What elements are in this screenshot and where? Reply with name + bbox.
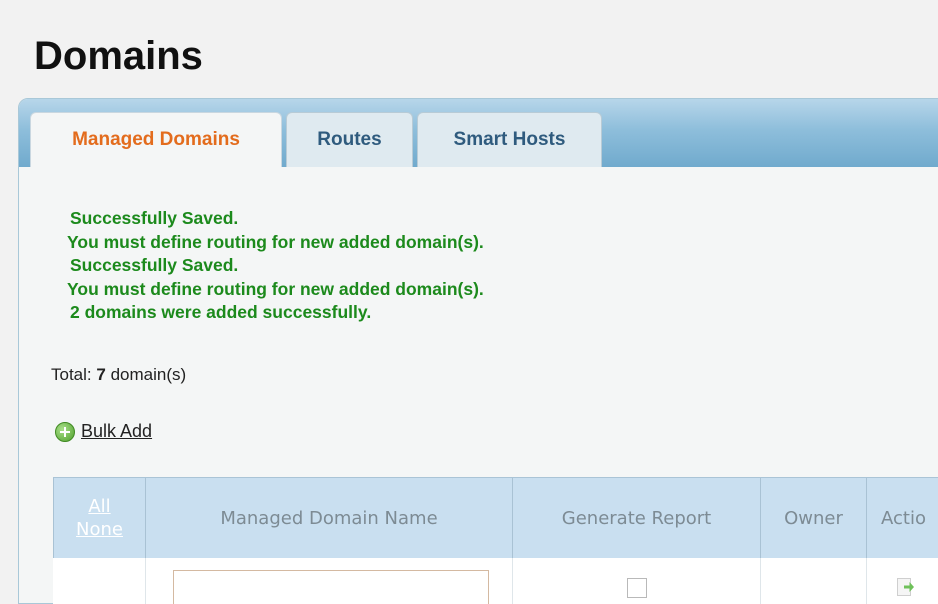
message-line: Successfully Saved. — [70, 255, 239, 275]
row-select-cell — [53, 558, 145, 604]
total-count: 7 — [96, 365, 106, 384]
add-domain-icon[interactable] — [895, 576, 915, 600]
domain-name-input[interactable] — [173, 570, 489, 604]
message-line: You must define routing for new added do… — [67, 278, 484, 299]
generate-report-cell — [512, 558, 760, 604]
tab-routes[interactable]: Routes — [286, 112, 413, 167]
actions-cell — [866, 558, 938, 604]
column-actions: Actio — [866, 478, 938, 558]
column-generate-report[interactable]: Generate Report — [512, 478, 760, 558]
message-line: You must define routing for new added do… — [67, 231, 484, 252]
table-row — [53, 558, 938, 604]
add-circle-icon[interactable] — [55, 421, 75, 442]
select-toggle-header: All None — [53, 478, 145, 558]
total-prefix: Total: — [51, 365, 92, 384]
tab-smart-hosts[interactable]: Smart Hosts — [417, 112, 602, 167]
column-managed-domain-name[interactable]: Managed Domain Name — [145, 478, 512, 558]
domains-table: All None Managed Domain Name Generate Re… — [53, 477, 938, 604]
table-header-row: All None Managed Domain Name Generate Re… — [53, 477, 938, 558]
owner-cell — [760, 558, 866, 604]
bulk-add-link[interactable]: Bulk Add — [81, 421, 152, 442]
message-line: 2 domains were added successfully. — [70, 302, 372, 322]
tab-bar: Managed Domains Routes Smart Hosts — [19, 99, 938, 167]
status-messages: Successfully Saved. You must define rout… — [67, 207, 484, 325]
domain-total: Total: 7 domain(s) — [51, 365, 186, 385]
message-line: Successfully Saved. — [70, 208, 239, 228]
tab-managed-domains[interactable]: Managed Domains — [30, 112, 282, 167]
column-owner[interactable]: Owner — [760, 478, 866, 558]
select-none-link[interactable]: None — [76, 519, 123, 540]
page: Domains Managed Domains Routes Smart Hos… — [0, 0, 938, 604]
page-title: Domains — [34, 34, 203, 78]
total-suffix: domain(s) — [110, 365, 187, 384]
generate-report-checkbox[interactable] — [626, 578, 647, 598]
bulk-add-action[interactable]: Bulk Add — [55, 421, 152, 442]
domains-panel: Managed Domains Routes Smart Hosts Succe… — [18, 98, 938, 604]
select-all-link[interactable]: All — [88, 496, 110, 517]
domain-name-cell — [145, 558, 512, 604]
